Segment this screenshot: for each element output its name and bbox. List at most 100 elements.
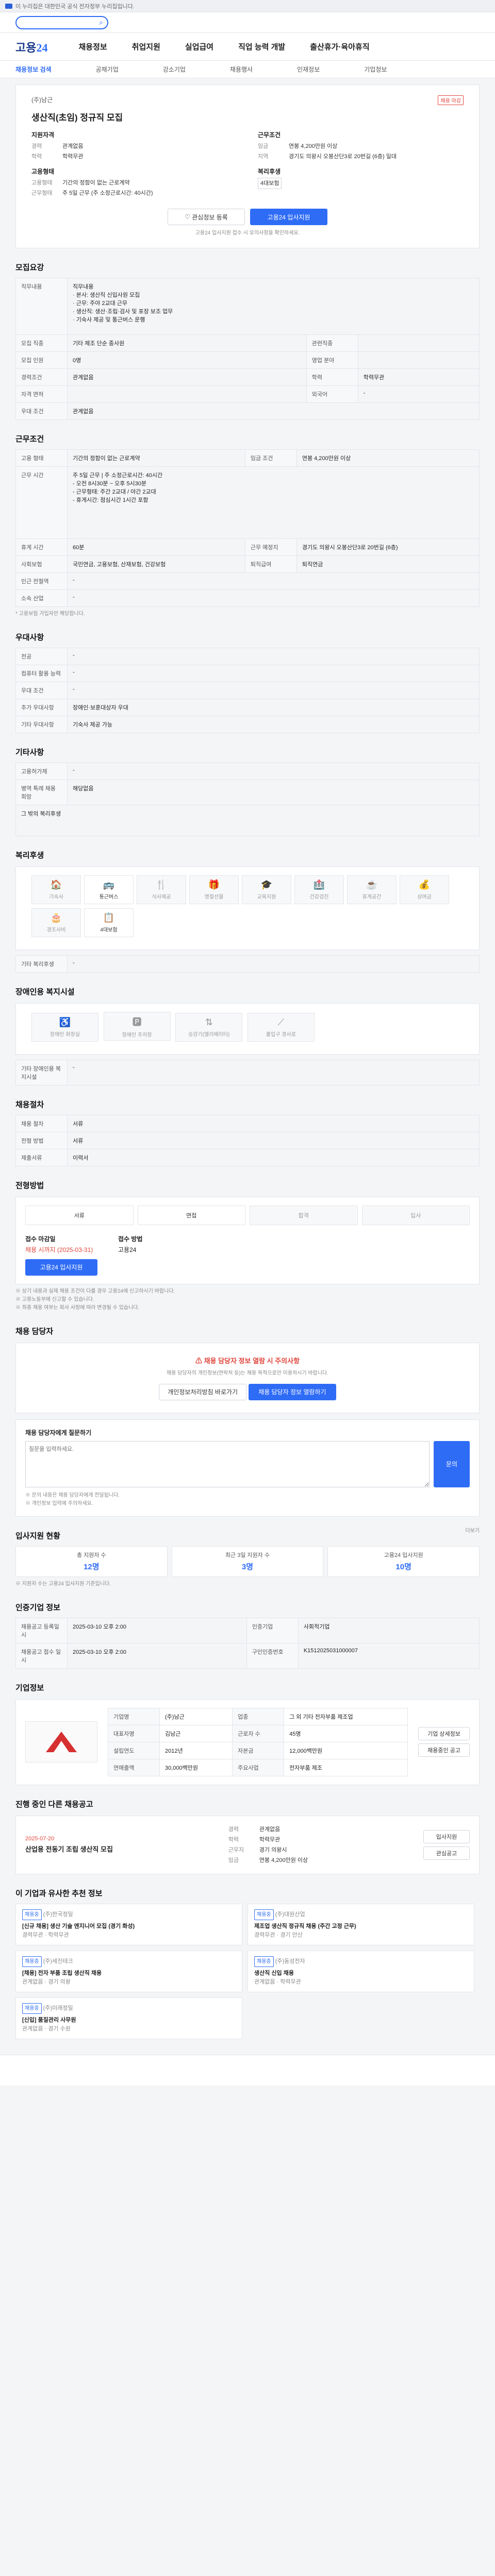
apply-button-2[interactable]: 고용24 입사지원 <box>25 1259 97 1276</box>
accessible-toilet-icon: ♿ 장애인 화장실 <box>31 1012 98 1042</box>
similar-apply-button[interactable]: 입사지원 <box>423 1829 470 1843</box>
welfare-icon: 🎓 <box>260 879 273 890</box>
procedure-table: 채용 절차 서류 전형 방법 서류 제출서류 이력서 <box>15 1114 480 1166</box>
welfare-icon: 🏥 <box>313 879 325 890</box>
nav-item[interactable]: 출산휴가·육아휴직 <box>310 41 369 52</box>
deadline: 채용 시까지 (2025-03-31) <box>25 1246 93 1253</box>
similar-scrap-button[interactable]: 관심공고 <box>423 1846 470 1860</box>
welfare-item: ☕ 휴게공간 <box>347 875 397 904</box>
info-table: 채용공고 등록일시 2025-03-10 오후 2:00 인증기업 사회적기업 채용공… <box>15 1617 480 1669</box>
section-title: 채용 담당자 <box>15 1327 54 1336</box>
section-title: 장애인용 복지시설 <box>15 988 75 996</box>
step-join: 입사 <box>361 1205 470 1225</box>
stat-total: 총 지원자 수 12명 <box>15 1546 168 1577</box>
recommend-card[interactable]: 채용중 (주)미래정밀 [신입] 품질관리 사무원 관계없음 · 경기 수원 <box>15 1997 242 2039</box>
stat-online: 고용24 입사지원 10명 <box>327 1546 480 1577</box>
subnav-item[interactable]: 채용행사 <box>230 65 253 74</box>
subnav-item[interactable]: 공채기업 <box>96 65 119 74</box>
search-icon[interactable]: ⌕ <box>99 18 103 27</box>
company-logo <box>25 1721 97 1762</box>
subnav-item[interactable]: 인재정보 <box>297 65 320 74</box>
subnav-item[interactable]: 기업정보 <box>364 65 387 74</box>
more-link[interactable]: 더보기 <box>465 1527 480 1535</box>
recommend-list: 채용중 (주)한국정밀 [신규 채용] 생산 기술 엔지니어 모집 (경기 화성)… <box>15 1903 480 2039</box>
recommend-card[interactable]: 채용중 (주)동성전자 생산직 신입 채용 관계없음 · 학력무관 <box>248 1950 474 1992</box>
apply-button[interactable]: 고용24 입사지원 <box>250 209 327 225</box>
stats-row: 총 지원자 수 12명 최근 3일 지원자 수 3명 고용24 입사지원 10명 <box>15 1546 480 1577</box>
barrier-etc: 기타 장애인용 복지시설 - <box>15 1059 480 1086</box>
send-button[interactable]: 문의 <box>434 1440 470 1487</box>
nav-item[interactable]: 취업지원 <box>132 41 160 52</box>
search-input[interactable]: ⌕ <box>15 15 108 29</box>
process-card: 서류 면접 합격 입사 접수 마감일 채용 시까지 (2025-03-31) 고… <box>15 1196 480 1284</box>
section-title: 진행 중인 다른 채용공고 <box>15 1800 93 1809</box>
status-badge: 채용 마감 <box>438 95 464 105</box>
corp-jobs-button[interactable]: 채용중인 공고 <box>418 1743 470 1757</box>
corp-table: 기업명 (주)남근 업종 그 외 기타 전자부품 제조업 대표자명 김남근 근로자 수 45… <box>108 1707 408 1776</box>
welfare-item: 💰 상여금 <box>400 875 449 904</box>
posting-title[interactable]: 산업용 전동기 조립 생산직 모집 <box>25 1844 113 1854</box>
recommend-card[interactable]: 채용중 (주)대원산업 제조업 생산직 정규직 채용 (주간 고정 근무) 경력무관… <box>248 1903 474 1945</box>
section-title: 근무조건 <box>15 435 44 444</box>
section-title: 전형방법 <box>15 1181 44 1190</box>
footer <box>0 2054 495 2086</box>
nav-item[interactable]: 직업 능력 개발 <box>238 41 285 52</box>
step-pass: 합격 <box>250 1205 358 1225</box>
section-title: 인증기업 정보 <box>15 1603 60 1612</box>
welfare-icon: 🍴 <box>155 879 168 890</box>
section-title: 이 기업과 유사한 추천 정보 <box>15 1889 103 1898</box>
section-title: 기타사항 <box>15 748 44 757</box>
welfare-etc: 기타 복리후생 - <box>15 955 480 973</box>
accessible-parking-icon: 🅿 장애인 주차장 <box>103 1012 171 1041</box>
welfare-icon: 💰 <box>418 879 431 890</box>
welfare-item: 🚌 통근버스 <box>84 875 134 904</box>
preference-table: 전공 - 컴퓨터 활용 능력 - 우대 조건 - 추가 우대사항 장애인·보훈대상자 우… <box>15 648 480 733</box>
section-label: 지원자격 <box>31 131 55 139</box>
welfare-item: 🎁 명절선물 <box>189 875 239 904</box>
welfare-item: 🍴 식사제공 <box>137 875 186 904</box>
section-title: 기업정보 <box>15 1683 44 1692</box>
section-title: 복리후생 <box>15 851 44 860</box>
elevator-icon: ⇅ 승강기(엘리베이터) <box>175 1012 243 1042</box>
contact-card: 채용 담당자에게 질문하기 문의 ※ 문의 내용은 채용 담당자에게 전달됩니다… <box>15 1419 480 1517</box>
section-label: 복리후생 <box>258 168 281 175</box>
similar-card: 2025-07-20 산업용 전동기 조립 생산직 모집 경력 관계없음 학력 학력… <box>15 1815 480 1874</box>
condition-note: * 고용보험 가입자만 해당합니다. <box>15 611 85 617</box>
manager-card: ⚠ 채용 담당자 정보 열람 시 주의사항 채용 담당자의 개인정보(연락처 등… <box>15 1342 480 1413</box>
company-name[interactable]: (주)남근 <box>31 95 53 105</box>
welfare-icon: ☕ <box>366 879 378 890</box>
condition-table: 고용 형태 기간의 정함이 없는 근로계약 임금 조건 연봉 4,200만원 이상 근… <box>15 449 480 607</box>
gov-banner: 이 누리집은 대한민국 공식 전자정부 누리집입니다. <box>0 0 495 12</box>
welfare-item: 🎓 교육지원 <box>242 875 291 904</box>
step-interview: 면접 <box>137 1205 245 1225</box>
section-title: 모집요강 <box>15 263 44 272</box>
view-manager-button[interactable]: 채용 담당자 정보 열람하기 <box>248 1383 336 1400</box>
logo[interactable]: 고용24 <box>15 39 47 55</box>
recommend-card[interactable]: 채용중 (주)한국정밀 [신규 채용] 생산 기술 엔지니어 모집 (경기 화성)… <box>15 1903 242 1945</box>
korea-flag-icon <box>5 3 12 9</box>
privacy-policy-button[interactable]: 개인정보처리방침 바로가기 <box>159 1383 247 1400</box>
scrap-button[interactable]: ♡ 관심정보 등록 <box>168 209 245 225</box>
header: 고용24 채용정보 취업지원 실업급여 직업 능력 개발 출산휴가·육아휴직 <box>0 33 495 61</box>
section-title: 입사지원 현황 <box>15 1531 60 1540</box>
etc-table: 고용허가제 - 병역 특례 채용 희망 해당없음 그 밖의 복리후생 <box>15 762 480 836</box>
subnav-item[interactable]: 강소기업 <box>163 65 186 74</box>
job-summary: (주)남근 채용 마감 생산직(초임) 정규직 모집 지원자격 경력 관계없음 학… <box>15 84 480 248</box>
welfare-icon: 📋 <box>103 912 115 923</box>
stat-recent: 최근 3일 지원자 수 3명 <box>171 1546 324 1577</box>
subnav-item[interactable]: 채용정보 검색 <box>15 65 52 74</box>
sub-nav: 채용정보 검색 공채기업 강소기업 채용행사 인재정보 기업정보 <box>0 61 495 78</box>
section-label: 근무조건 <box>258 131 281 139</box>
welfare-icon: 🎂 <box>50 912 62 923</box>
corp-card: 기업명 (주)남근 업종 그 외 기타 전자부품 제조업 대표자명 김남근 근로자 수 45… <box>15 1699 480 1785</box>
ramp-icon: ⟋ 출입구 경사로 <box>247 1012 315 1042</box>
welfare-item: 🎂 경조사비 <box>31 908 81 937</box>
nav-item[interactable]: 채용정보 <box>78 41 107 52</box>
search-row: ⌕ <box>0 12 495 33</box>
welfare-icon: 🚌 <box>103 879 115 890</box>
recommend-card[interactable]: 채용중 (주)세진테크 [채용] 전자 부품 조립 생산직 채용 관계없음 · 경기… <box>15 1950 242 1992</box>
question-input[interactable] <box>25 1440 430 1487</box>
welfare-item: 🏥 건강검진 <box>294 875 344 904</box>
nav-item[interactable]: 실업급여 <box>185 41 213 52</box>
corp-detail-button[interactable]: 기업 상세정보 <box>418 1727 470 1740</box>
